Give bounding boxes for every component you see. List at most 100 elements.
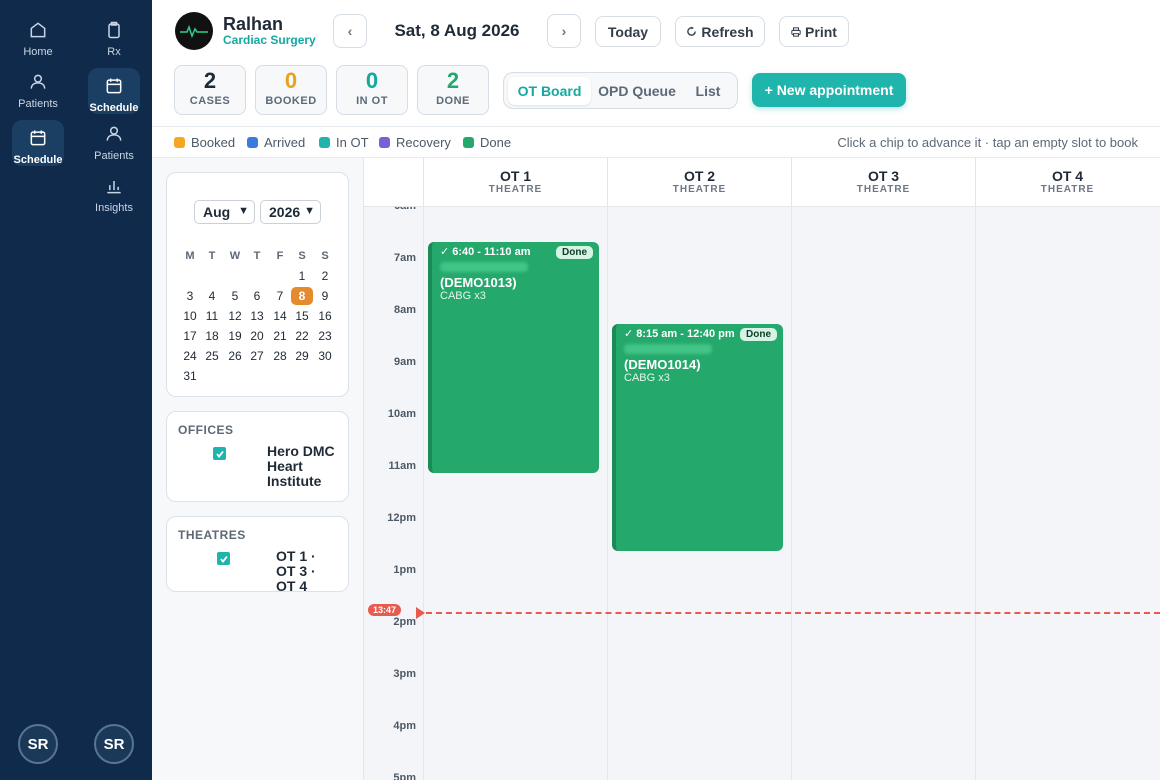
calendar-day[interactable]: 31 bbox=[179, 367, 201, 385]
chevron-down-icon: ▼ bbox=[304, 205, 315, 217]
calendar-day[interactable]: 5 bbox=[224, 287, 246, 305]
calendar-day[interactable]: 27 bbox=[246, 347, 268, 365]
hour-label: 12pm bbox=[387, 512, 416, 524]
today-button[interactable]: Today bbox=[595, 16, 661, 47]
legend-swatch bbox=[319, 137, 330, 148]
calendar-icon bbox=[30, 130, 46, 146]
offices-title: OFFICES bbox=[178, 423, 234, 437]
user-icon bbox=[106, 126, 122, 141]
chip-time-text: 6:40 - 11:10 am bbox=[452, 245, 531, 258]
calendar-day[interactable]: 17 bbox=[179, 327, 201, 345]
slot-column-ot-4[interactable] bbox=[975, 158, 1159, 780]
doctor-name: Ralhan bbox=[223, 14, 284, 34]
chevron-down-icon: ▼ bbox=[238, 205, 249, 217]
calendar-day[interactable]: 24 bbox=[179, 347, 201, 365]
calendar-day[interactable]: 11 bbox=[201, 307, 223, 325]
appointment-chip-2[interactable]: ✓ 8:15 am - 12:40 pm Done (DEMO1014) CABG… bbox=[612, 324, 783, 551]
sidebar-item-label: Home bbox=[23, 46, 53, 58]
slot-column-ot-3[interactable] bbox=[791, 158, 975, 780]
sidebar-item-patients-2[interactable]: Patients bbox=[88, 116, 140, 166]
hour-label: 7am bbox=[393, 252, 416, 264]
column-header-ot-4: OT 4 THEATRE bbox=[975, 158, 1159, 207]
calendar-day[interactable]: 29 bbox=[291, 347, 313, 365]
year-select[interactable]: 2026 ▼ bbox=[260, 200, 321, 224]
weekday-label: F bbox=[276, 250, 284, 262]
calendar-day[interactable]: 9 bbox=[314, 287, 336, 305]
calendar-day[interactable]: 26 bbox=[224, 347, 246, 365]
legend-label: Recovery bbox=[396, 135, 451, 150]
patient-name-redacted bbox=[440, 262, 528, 272]
weekday-label: S bbox=[298, 250, 306, 262]
calendar-day[interactable]: 30 bbox=[314, 347, 336, 365]
prev-day-button[interactable]: ‹ bbox=[333, 14, 367, 48]
refresh-label: Refresh bbox=[701, 23, 754, 40]
calendar-day[interactable]: 14 bbox=[269, 307, 291, 325]
calendar-day[interactable]: 21 bbox=[269, 327, 291, 345]
calendar-day[interactable]: 15 bbox=[291, 307, 313, 325]
calendar-day[interactable]: 13 bbox=[246, 307, 268, 325]
sidebar-item-rx[interactable]: Rx bbox=[88, 12, 140, 62]
sidebar-item-label: Schedule bbox=[89, 102, 139, 114]
calendar-day[interactable]: 22 bbox=[291, 327, 313, 345]
weekday-label: S bbox=[321, 250, 329, 262]
printer-icon bbox=[791, 26, 801, 37]
appointment-chip[interactable]: ✓ 6:40 - 11:10 am Done (DEMO1013) CABG x3 bbox=[428, 242, 599, 473]
column-name: OT 2 bbox=[683, 168, 716, 184]
weekday-label: T bbox=[253, 250, 261, 262]
tab-ot-board[interactable]: OT Board bbox=[508, 77, 591, 105]
calendar-day[interactable]: 23 bbox=[314, 327, 336, 345]
month-select[interactable]: Aug ▼ bbox=[194, 200, 255, 224]
stat-booked: 0 BOOKED bbox=[255, 65, 327, 115]
print-button[interactable]: Print bbox=[779, 16, 849, 47]
calendar-day[interactable]: 2 bbox=[314, 267, 336, 285]
procedure: CABG x3 bbox=[440, 290, 486, 302]
column-name: OT 3 bbox=[867, 168, 900, 184]
stat-in-ot: 0 IN OT bbox=[336, 65, 408, 115]
new-appointment-button[interactable]: + New appointment bbox=[752, 73, 906, 107]
tab-opd-queue[interactable]: OPD Queue bbox=[594, 77, 680, 105]
calendar-day[interactable]: 7 bbox=[269, 287, 291, 305]
tab-list[interactable]: List bbox=[684, 77, 732, 105]
calendar-day[interactable]: 6 bbox=[246, 287, 268, 305]
sidebar-item-schedule-2[interactable]: Schedule bbox=[88, 68, 140, 114]
hour-label: 5pm bbox=[393, 772, 416, 780]
column-name: OT 1 bbox=[499, 168, 532, 184]
calendar-day[interactable]: 18 bbox=[201, 327, 223, 345]
patient-name-redacted bbox=[624, 344, 712, 354]
calendar-day[interactable]: 10 bbox=[179, 307, 201, 325]
next-day-button[interactable]: › bbox=[547, 14, 581, 48]
offices-filter: OFFICES Hero DMC Heart Institute bbox=[166, 411, 349, 502]
sidebar-item-home[interactable]: Home bbox=[12, 12, 64, 62]
sidebar-item-patients[interactable]: Patients bbox=[12, 64, 64, 114]
calendar-day[interactable]: 28 bbox=[269, 347, 291, 365]
calendar-day[interactable]: 12 bbox=[224, 307, 246, 325]
hour-label: 9am bbox=[393, 356, 416, 368]
calendar-day[interactable]: 25 bbox=[201, 347, 223, 365]
sidebar-item-insights[interactable]: Insights bbox=[88, 168, 140, 218]
stat-value: 2 bbox=[446, 68, 460, 93]
sidebar-item-label: Schedule bbox=[13, 154, 63, 166]
calendar-day-selected[interactable]: 8 bbox=[291, 287, 313, 305]
hour-label: 4pm bbox=[393, 720, 416, 732]
calendar-day[interactable]: 4 bbox=[201, 287, 223, 305]
avatar[interactable]: SR bbox=[18, 724, 58, 764]
avatar-2[interactable]: SR bbox=[94, 724, 134, 764]
sidebar-item-schedule[interactable]: Schedule bbox=[12, 120, 64, 166]
calendar-day[interactable]: 20 bbox=[246, 327, 268, 345]
filter-panel: Aug ▼ 2026 ▼ M T W T F S S 1 2 3 4 5 6 7 8 9 10 11 12 13 14 15 1… bbox=[152, 158, 364, 780]
calendar-day[interactable]: 16 bbox=[314, 307, 336, 325]
hour-label: 11am bbox=[388, 460, 416, 472]
theatre-checkbox[interactable] bbox=[217, 552, 230, 565]
column-sub: THEATRE bbox=[488, 184, 543, 195]
calendar-day[interactable]: 3 bbox=[179, 287, 201, 305]
calendar-day[interactable]: 19 bbox=[224, 327, 246, 345]
stat-value: 2 bbox=[203, 68, 217, 93]
legend-swatch bbox=[379, 137, 390, 148]
heartbeat-logo-icon bbox=[180, 24, 208, 39]
user-icon bbox=[30, 74, 46, 89]
weekday-label: T bbox=[208, 250, 216, 262]
calendar-day[interactable]: 1 bbox=[291, 267, 313, 285]
legend-recovery: Recovery bbox=[379, 135, 451, 150]
refresh-button[interactable]: Refresh bbox=[675, 16, 765, 47]
office-checkbox[interactable] bbox=[213, 447, 226, 460]
